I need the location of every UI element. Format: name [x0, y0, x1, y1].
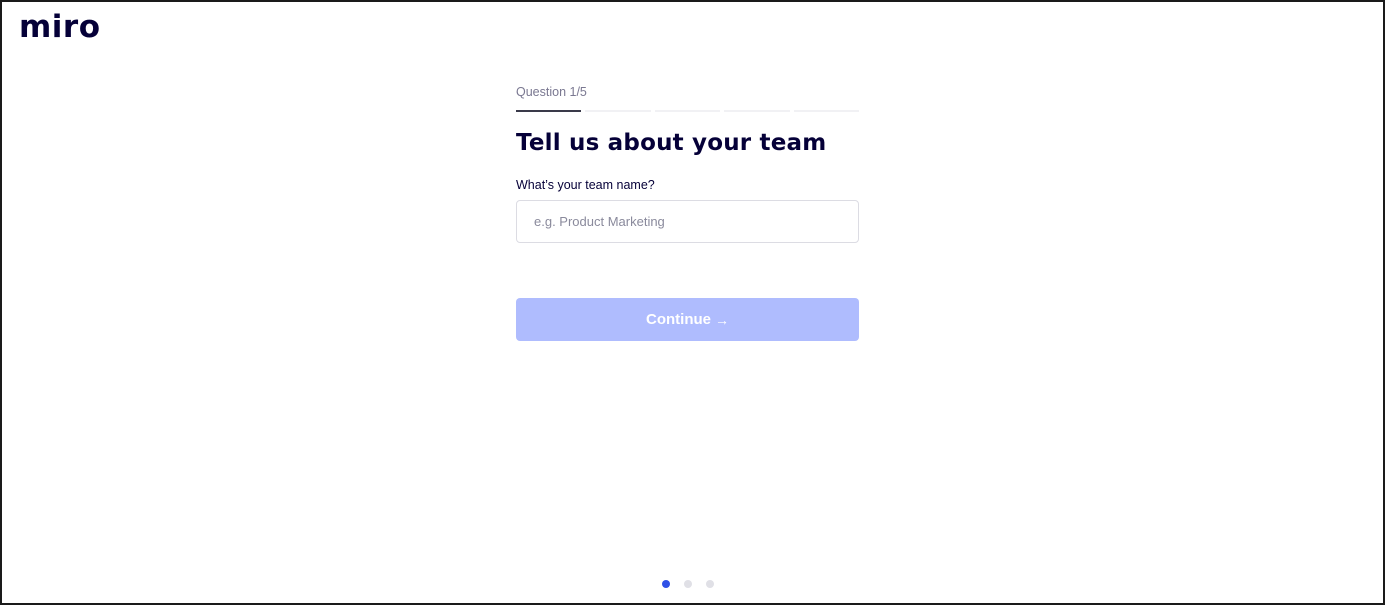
progress-segment-2 — [585, 110, 651, 112]
team-name-label: What’s your team name? — [516, 178, 655, 192]
pagination-dot-2[interactable] — [684, 580, 692, 588]
progress-segment-1 — [516, 110, 582, 112]
arrow-right-icon: → — [715, 311, 729, 328]
miro-logo[interactable]: miro — [19, 9, 101, 45]
question-counter: Question 1/5 — [516, 85, 587, 99]
pagination-dots — [662, 580, 714, 588]
progress-segment-3 — [654, 110, 721, 112]
onboarding-form: Question 1/5 Tell us about your team Wha… — [516, 82, 860, 243]
pagination-dot-3[interactable] — [706, 580, 714, 588]
continue-button[interactable]: Continue → — [516, 298, 859, 341]
page-frame: miro Question 1/5 Tell us about your tea… — [0, 0, 1385, 605]
progress-segment-4 — [724, 110, 790, 112]
question-progress-bar — [516, 110, 860, 112]
progress-segment-5 — [793, 110, 860, 112]
page-title: Tell us about your team — [516, 130, 827, 156]
continue-button-label: Continue — [646, 311, 711, 328]
team-name-input[interactable] — [516, 200, 859, 243]
pagination-dot-1[interactable] — [662, 580, 670, 588]
